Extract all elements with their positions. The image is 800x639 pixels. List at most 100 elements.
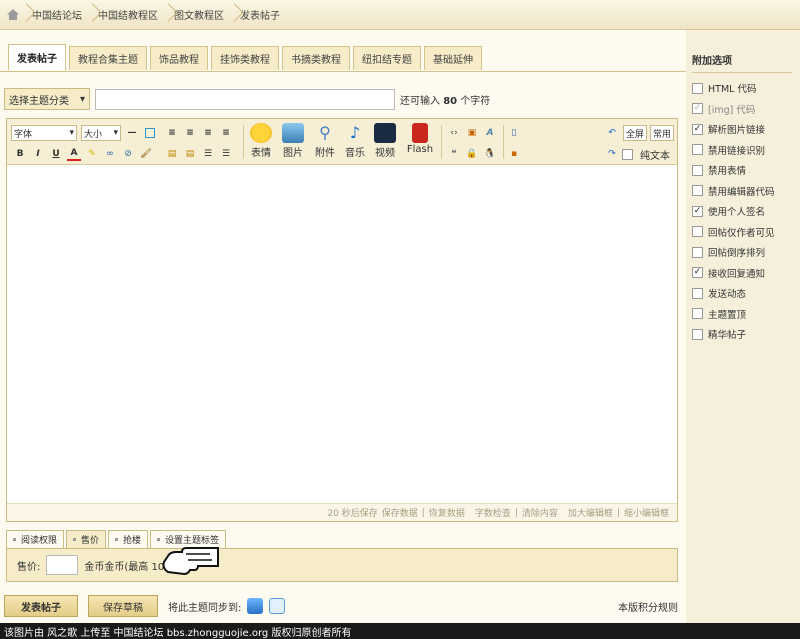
qq-icon[interactable]: 🐧 <box>483 147 497 161</box>
option-checkbox[interactable] <box>692 328 703 340</box>
post-type-tabs: 发表帖子 教程合集主题 饰品教程 挂饰类教程 书摘类教程 纽扣结专题 基础延伸 <box>8 44 482 70</box>
italic-button[interactable]: I <box>31 147 45 161</box>
free-icon[interactable]: ▣ <box>465 126 479 140</box>
option-checkbox[interactable] <box>692 226 703 238</box>
breadcrumb-item[interactable]: 中国结教程区 <box>92 0 168 30</box>
font-color-button[interactable]: A <box>67 147 81 161</box>
float-left-icon[interactable]: ▤ <box>165 147 179 161</box>
attachment-button[interactable]: ⚲ 附件 <box>311 123 339 159</box>
fullscreen-button[interactable]: 全屏 <box>623 125 648 141</box>
align-left-icon[interactable]: ≡ <box>165 126 179 140</box>
unlink-icon[interactable]: ⊘ <box>121 147 135 161</box>
option-row[interactable]: 回帖倒序排列 <box>692 242 800 263</box>
option-checkbox[interactable] <box>692 82 703 94</box>
table-icon[interactable] <box>143 126 157 140</box>
size-select[interactable]: 大小 ▾ <box>81 125 121 141</box>
sync-weibo-icon[interactable] <box>247 598 264 614</box>
option-checkbox[interactable] <box>692 287 703 299</box>
link-icon[interactable]: ∞ <box>103 147 117 161</box>
clear-format-icon[interactable]: 🖌 <box>139 147 153 161</box>
emoji-button[interactable]: 表情 <box>247 123 275 159</box>
tab-price[interactable]: 售价 <box>66 530 107 548</box>
option-checkbox[interactable] <box>692 308 703 320</box>
undo-icon[interactable]: ↶ <box>605 126 619 140</box>
common-button[interactable]: 常用 <box>650 125 675 141</box>
option-checkbox[interactable]: ✓ <box>692 267 703 279</box>
option-row[interactable]: 回帖仅作者可见 <box>692 222 800 243</box>
bold-button[interactable]: B <box>13 147 27 161</box>
option-row[interactable]: 禁用链接识别 <box>692 140 800 161</box>
breadcrumb-item[interactable]: 中国结论坛 <box>26 0 92 30</box>
float-right-icon[interactable]: ▤ <box>183 147 197 161</box>
code-icon[interactable]: ‹› <box>447 126 461 140</box>
plaintext-checkbox[interactable] <box>622 149 633 160</box>
option-row[interactable]: 主题置顶 <box>692 304 800 325</box>
option-checkbox[interactable] <box>692 246 703 258</box>
word-check-link[interactable]: 字数检查 <box>475 506 511 519</box>
video-icon <box>374 123 396 143</box>
breadcrumb-item[interactable]: 图文教程区 <box>168 0 234 30</box>
highlight-icon[interactable]: ✎ <box>85 147 99 161</box>
editor-body[interactable] <box>7 165 677 503</box>
underline-button[interactable]: U <box>49 147 63 161</box>
clear-content-link[interactable]: 清除内容 <box>522 506 558 519</box>
unordered-list-icon[interactable]: ☰ <box>219 147 233 161</box>
music-button[interactable]: ♪ 音乐 <box>341 123 369 159</box>
flash-button[interactable]: Flash <box>403 123 437 155</box>
option-checkbox[interactable] <box>692 144 703 156</box>
subject-input[interactable] <box>95 88 395 110</box>
credit-rules-link[interactable]: 本版积分规则 <box>618 599 678 614</box>
hide-icon[interactable]: 🔒 <box>465 147 479 161</box>
submit-post-button[interactable]: 发表帖子 <box>4 595 78 617</box>
category-select[interactable]: 选择主题分类 ▾ <box>4 88 90 110</box>
option-row[interactable]: HTML 代码 <box>692 78 800 99</box>
option-row[interactable]: 禁用编辑器代码 <box>692 181 800 202</box>
music-note-icon: ♪ <box>349 123 361 142</box>
sync-qzone-icon[interactable] <box>269 598 286 614</box>
tab-basics[interactable]: 基础延伸 <box>424 46 482 70</box>
ordered-list-icon[interactable]: ☰ <box>201 147 215 161</box>
video-button[interactable]: 视频 <box>371 123 399 159</box>
tab-label: 售价 <box>81 536 100 546</box>
quote-icon[interactable]: ❝ <box>447 147 461 161</box>
align-center-icon[interactable]: ≡ <box>183 126 197 140</box>
option-checkbox[interactable]: ✓ <box>692 205 703 217</box>
option-checkbox[interactable] <box>692 185 703 197</box>
tab-bookmark[interactable]: 书摘类教程 <box>282 46 350 70</box>
save-data-link[interactable]: 保存数据 <box>382 506 418 519</box>
tab-button-knot[interactable]: 纽扣结专题 <box>353 46 421 70</box>
restore-data-link[interactable]: 恢复数据 <box>429 506 465 519</box>
option-label: 回帖倒序排列 <box>708 248 766 260</box>
option-row[interactable]: ✓ 使用个人签名 <box>692 201 800 222</box>
tab-jewelry[interactable]: 饰品教程 <box>150 46 208 70</box>
template-icon[interactable]: ▪ <box>507 147 521 161</box>
tab-collection[interactable]: 教程合集主题 <box>69 46 147 70</box>
font-select[interactable]: 字体 ▾ <box>11 125 77 141</box>
option-row[interactable]: ✓ 解析图片链接 <box>692 119 800 140</box>
page-icon[interactable]: ▯ <box>507 126 521 140</box>
tab-label: 抢楼 <box>123 536 142 546</box>
option-row[interactable]: ✓ 接收回复通知 <box>692 263 800 284</box>
option-checkbox[interactable]: ✓ <box>692 123 703 135</box>
tab-post[interactable]: 发表帖子 <box>8 44 66 70</box>
plaintext-toggle[interactable]: 纯文本 <box>622 147 670 162</box>
shrink-editor-link[interactable]: 缩小编辑框 <box>624 506 669 519</box>
option-row[interactable]: 禁用表情 <box>692 160 800 181</box>
redo-icon[interactable]: ↷ <box>605 147 619 161</box>
option-row[interactable]: 精华帖子 <box>692 324 800 345</box>
save-draft-button[interactable]: 保存草稿 <box>88 595 158 617</box>
option-row[interactable]: 发送动态 <box>692 283 800 304</box>
option-checkbox[interactable]: ✓ <box>692 103 703 115</box>
horizontal-rule-icon[interactable]: — <box>125 126 139 140</box>
align-right-icon[interactable]: ≡ <box>201 126 215 140</box>
option-checkbox[interactable] <box>692 164 703 176</box>
price-input[interactable] <box>46 555 79 575</box>
option-row[interactable]: ✓ [img] 代码 <box>692 99 800 120</box>
image-button[interactable]: 图片 <box>279 123 307 159</box>
tab-floor-grab[interactable]: 抢楼 <box>108 530 149 548</box>
tab-pendant[interactable]: 挂饰类教程 <box>211 46 279 70</box>
font-style-icon[interactable]: A <box>483 126 497 140</box>
align-justify-icon[interactable]: ≡ <box>219 126 233 140</box>
tab-read-permission[interactable]: 阅读权限 <box>6 530 65 548</box>
enlarge-editor-link[interactable]: 加大编辑框 <box>568 506 613 519</box>
